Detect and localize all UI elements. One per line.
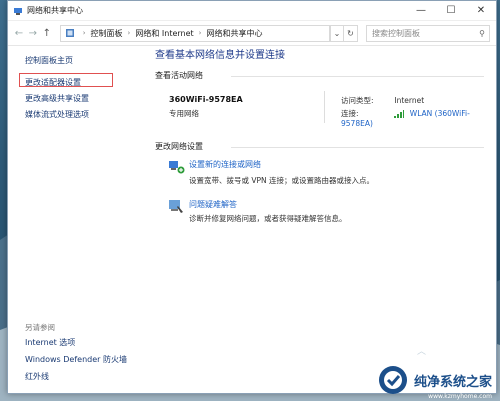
minimize-button[interactable]: — bbox=[406, 1, 436, 20]
address-bar: ← → ↑ › 控制面板 › 网络和 Internet › 网络和共享中心 ⌄ … bbox=[8, 21, 496, 46]
search-input[interactable]: 搜索控制面板 ⚲ bbox=[366, 24, 490, 42]
forward-button[interactable]: → bbox=[26, 28, 40, 39]
connection-row: 连接: WLAN (360WiFi-9578EA) bbox=[341, 108, 496, 128]
breadcrumb[interactable]: › 控制面板 › 网络和 Internet › 网络和共享中心 bbox=[59, 24, 330, 42]
refresh-icon[interactable]: ↻ bbox=[344, 24, 358, 42]
chevron-up-icon: ︿ bbox=[417, 347, 427, 357]
sidebar-link-advanced-sharing[interactable]: 更改高级共享设置 bbox=[25, 93, 89, 104]
active-networks-label: 查看活动网络 bbox=[155, 71, 203, 80]
sidebar-link-adapter-settings[interactable]: 更改适配器设置 bbox=[25, 77, 81, 88]
access-type-value: Internet bbox=[394, 96, 425, 105]
access-type-label: 访问类型: bbox=[341, 96, 374, 105]
watermark-url: www.kzmyhome.com bbox=[428, 393, 492, 400]
breadcrumb-control-panel[interactable]: 控制面板 bbox=[91, 28, 123, 39]
window-title: 网络和共享中心 bbox=[27, 6, 83, 15]
search-placeholder: 搜索控制面板 bbox=[372, 28, 420, 38]
network-type: 专用网络 bbox=[169, 109, 199, 118]
troubleshoot-icon bbox=[169, 200, 183, 213]
control-panel-icon bbox=[65, 29, 74, 37]
wifi-signal-icon bbox=[394, 110, 405, 118]
network-name: 360WiFi-9578EA bbox=[169, 95, 243, 104]
see-also-firewall[interactable]: Windows Defender 防火墙 bbox=[25, 354, 127, 365]
maximize-button[interactable]: ☐ bbox=[436, 1, 466, 20]
breadcrumb-network-sharing[interactable]: 网络和共享中心 bbox=[206, 28, 262, 39]
chevron-down-icon[interactable]: ⌄ bbox=[330, 24, 344, 42]
task-new-connection-desc: 设置宽带、拨号或 VPN 连接；或设置路由器或接入点。 bbox=[189, 176, 375, 185]
main-panel: 查看基本网络信息并设置连接 查看活动网络 360WiFi-9578EA 专用网络… bbox=[141, 45, 496, 393]
access-type-row: 访问类型: Internet bbox=[341, 95, 424, 106]
breadcrumb-separator-icon: › bbox=[82, 29, 86, 37]
see-also-label: 另请参阅 bbox=[25, 323, 55, 332]
network-app-icon bbox=[14, 7, 22, 15]
breadcrumb-network-internet[interactable]: 网络和 Internet bbox=[135, 28, 193, 39]
network-sharing-center-window: 网络和共享中心 — ☐ ✕ ← → ↑ › 控制面板 › 网络和 Interne… bbox=[7, 0, 497, 394]
divider bbox=[324, 91, 325, 123]
task-new-connection-link[interactable]: 设置新的连接或网络 bbox=[189, 159, 261, 170]
title-bar: 网络和共享中心 — ☐ ✕ bbox=[8, 1, 496, 21]
sidebar-home-link[interactable]: 控制面板主页 bbox=[25, 55, 73, 66]
search-icon[interactable]: ⚲ bbox=[475, 29, 489, 38]
breadcrumb-separator-icon: › bbox=[198, 29, 202, 37]
connection-label: 连接: bbox=[341, 109, 359, 118]
see-also-infrared[interactable]: 红外线 bbox=[25, 371, 49, 382]
see-also-internet-options[interactable]: Internet 选项 bbox=[25, 337, 75, 348]
sidebar: 控制面板主页 更改适配器设置 更改高级共享设置 媒体流式处理选项 另请参阅 In… bbox=[8, 45, 141, 393]
page-title: 查看基本网络信息并设置连接 bbox=[155, 50, 285, 61]
watermark-logo-icon bbox=[378, 366, 407, 394]
breadcrumb-separator-icon: › bbox=[127, 29, 131, 37]
up-button[interactable]: ↑ bbox=[40, 28, 54, 39]
watermark: 纯净系统之家 bbox=[378, 365, 494, 395]
divider bbox=[231, 147, 484, 148]
change-settings-label: 更改网络设置 bbox=[155, 142, 203, 151]
watermark-text: 纯净系统之家 bbox=[411, 369, 494, 391]
new-connection-icon bbox=[169, 161, 185, 174]
sidebar-link-media-streaming[interactable]: 媒体流式处理选项 bbox=[25, 109, 89, 120]
task-troubleshoot-desc: 诊断并修复网络问题，或者获得疑难解答信息。 bbox=[189, 214, 347, 223]
task-troubleshoot-link[interactable]: 问题疑难解答 bbox=[189, 199, 237, 210]
back-button[interactable]: ← bbox=[12, 28, 26, 39]
close-button[interactable]: ✕ bbox=[466, 1, 496, 20]
divider bbox=[231, 76, 484, 77]
